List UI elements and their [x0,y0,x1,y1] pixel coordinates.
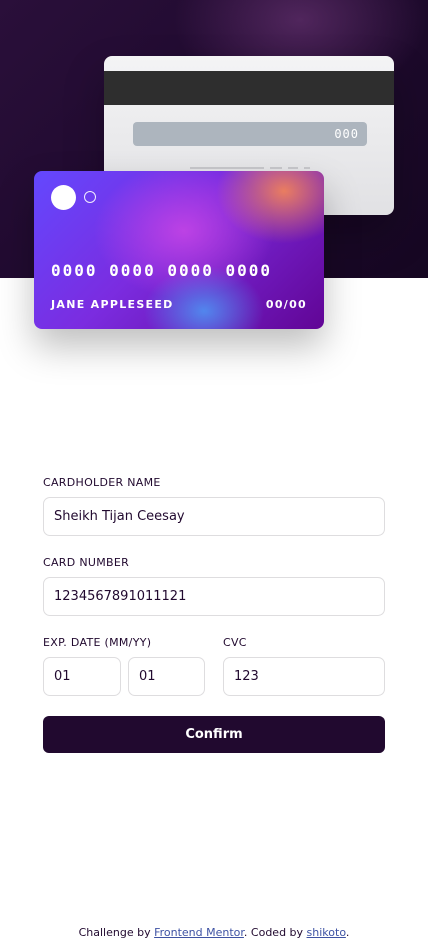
author-link[interactable]: shikoto [307,926,346,939]
card-front-number: 0000 0000 0000 0000 [51,261,273,280]
magnetic-stripe [104,71,394,105]
card-back-cvc: 000 [334,127,359,141]
card-logo-circle-large [51,185,76,210]
card-number-group: CARD NUMBER [43,556,385,616]
card-front-expiry: 00/00 [265,298,307,311]
exp-year-input[interactable] [128,657,205,696]
cvc-input[interactable] [223,657,385,696]
card-number-input[interactable] [43,577,385,616]
exp-month-input[interactable] [43,657,121,696]
exp-date-group: EXP. DATE (MM/YY) [43,636,205,696]
cvc-label: CVC [223,636,247,649]
frontend-mentor-link[interactable]: Frontend Mentor [154,926,244,939]
cardholder-input[interactable] [43,497,385,536]
attribution-footer: Challenge by Frontend Mentor. Coded by s… [0,926,428,939]
card-logo-circle-small [84,191,96,203]
card-front-holder: JANE APPLESEED [51,298,174,311]
cardholder-label: CARDHOLDER NAME [43,476,161,489]
exp-date-row [43,657,205,696]
card-back-lines [190,167,310,169]
footer-prefix: Challenge by [78,926,155,939]
footer-suffix: . [345,926,350,939]
cardholder-group: CARDHOLDER NAME [43,476,385,536]
card-number-label: CARD NUMBER [43,556,130,569]
exp-date-label: EXP. DATE (MM/YY) [43,636,152,649]
footer-middle: . Coded by [243,926,307,939]
confirm-button[interactable]: Confirm [43,716,385,753]
card-front: 0000 0000 0000 0000 JANE APPLESEED 00/00 [34,171,324,329]
cvc-group: CVC [223,636,385,696]
signature-strip: 000 [133,122,367,146]
